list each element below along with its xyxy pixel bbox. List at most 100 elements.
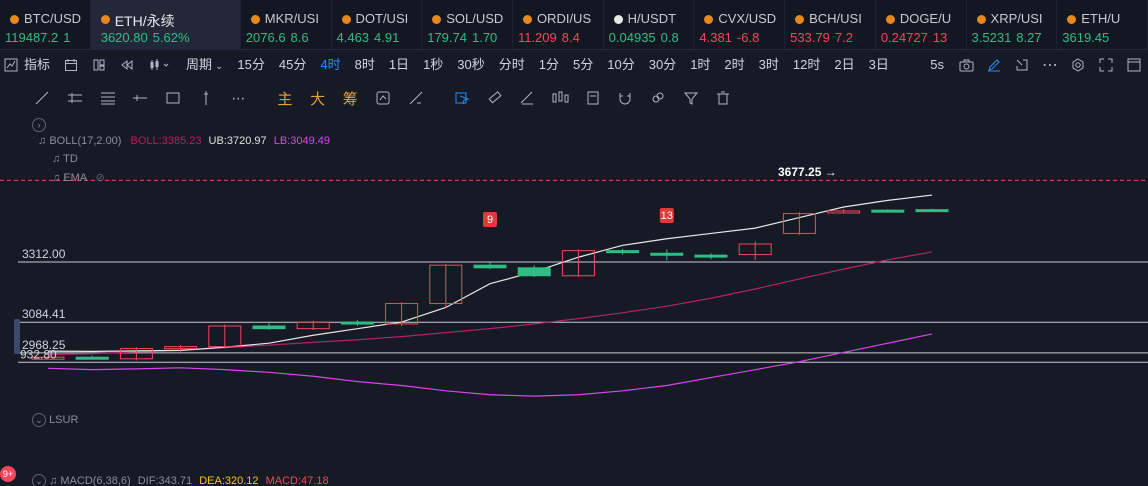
expand-icon[interactable]: ⌄ bbox=[32, 413, 46, 427]
rectangle-icon[interactable] bbox=[157, 82, 190, 114]
eye-hidden-icon[interactable]: ⊘ bbox=[96, 172, 105, 184]
interval-7[interactable]: 分时 bbox=[492, 50, 532, 80]
chart-type-icon[interactable] bbox=[141, 50, 179, 80]
interval-6[interactable]: 30秒 bbox=[450, 50, 491, 80]
interval-3[interactable]: 8时 bbox=[348, 50, 382, 80]
fullscreen-icon[interactable] bbox=[1092, 50, 1120, 80]
chart-indicator-icon[interactable] bbox=[0, 50, 22, 80]
td-13-badge: 13 bbox=[661, 210, 673, 222]
pen-icon[interactable] bbox=[980, 50, 1008, 80]
candle-body bbox=[340, 321, 374, 325]
ticker-4[interactable]: SOL/USD 179.74 1.70 bbox=[422, 0, 513, 50]
td-9-badge: 9 bbox=[487, 214, 493, 226]
indicators-button[interactable]: 指标 bbox=[22, 50, 57, 80]
lsur-legend[interactable]: ⌄ LSUR bbox=[32, 413, 78, 427]
macd-dif: DIF:343.71 bbox=[137, 474, 193, 486]
chart-area[interactable]: 3312.00 3084.41 2968.25 932.80 3677.25 → 9 13 … bbox=[0, 114, 1148, 486]
gear-icon[interactable] bbox=[1064, 50, 1092, 80]
ticker-9[interactable]: DOGE/U 0.24727 13 bbox=[876, 0, 967, 50]
interval-9[interactable]: 5分 bbox=[566, 50, 600, 80]
interval-13[interactable]: 2时 bbox=[717, 50, 751, 80]
interval-toolbar: 指标 周期 ⌄ 15分 45分 4时 8时 1日 1秒 30秒 分时 1分 5分 10分 30分 1时 2时… bbox=[0, 50, 1148, 80]
macd-dea: DEA:320.12 bbox=[199, 474, 259, 486]
interval-0[interactable]: 15分 bbox=[230, 50, 271, 80]
window-icon[interactable] bbox=[1120, 50, 1148, 80]
candle-body bbox=[606, 250, 640, 254]
ticker-1[interactable]: ETH/永续 3620.80 5.62% bbox=[90, 0, 241, 50]
link-icon[interactable] bbox=[642, 82, 675, 114]
interval-12[interactable]: 1时 bbox=[683, 50, 717, 80]
interval-10[interactable]: 10分 bbox=[600, 50, 641, 80]
ticker-7[interactable]: CVX/USD 4.381 -6.8 bbox=[694, 0, 786, 50]
indicator-edit-icon[interactable] bbox=[367, 82, 400, 114]
boll-legend[interactable]: ♫ BOLL(17,2.00) BOLL:3385.23 UB:3720.97 … bbox=[38, 135, 330, 147]
interval-8[interactable]: 1分 bbox=[532, 50, 566, 80]
td-legend[interactable]: ♫ TD bbox=[52, 153, 78, 165]
ticker-quote: 533.79 7.2 bbox=[790, 30, 853, 45]
main-chart-button[interactable]: 主 bbox=[269, 82, 302, 114]
more-tools-icon[interactable]: ⋯ bbox=[222, 82, 255, 114]
expand-icon[interactable]: ⌄ bbox=[32, 474, 46, 486]
ticker-change: 8.6 bbox=[290, 30, 309, 45]
orange-dot-icon bbox=[795, 15, 805, 24]
big-order-button[interactable]: 大 bbox=[301, 82, 334, 114]
horizontal-ray-icon[interactable] bbox=[124, 82, 157, 114]
interval-1[interactable]: 45分 bbox=[272, 50, 313, 80]
orange-dot-icon bbox=[10, 15, 19, 24]
interval-16[interactable]: 2日 bbox=[827, 50, 861, 80]
interval-15[interactable]: 12时 bbox=[786, 50, 827, 80]
ticker-0[interactable]: BTC/USD 119487.2 1 bbox=[0, 0, 91, 50]
ticker-price: 4.463 bbox=[336, 30, 370, 45]
boll-ub-value: UB:3720.97 bbox=[208, 135, 267, 147]
filter-icon[interactable] bbox=[674, 82, 707, 114]
interval-11[interactable]: 30分 bbox=[642, 50, 683, 80]
ticker-3[interactable]: DOT/USI 4.463 4.91 bbox=[332, 0, 423, 50]
trash-icon[interactable] bbox=[707, 82, 740, 114]
popout-icon[interactable] bbox=[1008, 50, 1036, 80]
ticker-symbol: BTC/USD bbox=[24, 11, 82, 26]
chip-button[interactable]: 筹 bbox=[334, 82, 367, 114]
candle-body bbox=[252, 325, 286, 330]
pointer-icon[interactable] bbox=[446, 82, 479, 114]
refresh-rate[interactable]: 5s bbox=[922, 50, 952, 80]
interval-4[interactable]: 1日 bbox=[382, 50, 416, 80]
ruler-icon[interactable] bbox=[478, 82, 511, 114]
template-icon[interactable] bbox=[57, 50, 85, 80]
collapse-icon[interactable]: › bbox=[32, 118, 46, 132]
layout-icon[interactable] bbox=[85, 50, 113, 80]
macd-legend[interactable]: ⌄ ♫ MACD(6,38,6) DIF:343.71 DEA:320.12 M… bbox=[32, 474, 329, 486]
camera-icon[interactable] bbox=[952, 50, 980, 80]
ticker-price: 0.04935 bbox=[608, 30, 656, 45]
ticker-2[interactable]: MKR/USI 2076.6 8.6 bbox=[241, 0, 332, 50]
ticker-10[interactable]: XRP/USI 3.5231 8.27 bbox=[967, 0, 1058, 50]
fib-lines-icon[interactable] bbox=[91, 82, 124, 114]
brush-icon[interactable] bbox=[511, 82, 544, 114]
parallel-channel-icon[interactable] bbox=[59, 82, 92, 114]
measure-icon[interactable] bbox=[399, 82, 432, 114]
period-dropdown[interactable]: 周期 ⌄ bbox=[179, 50, 230, 80]
interval-5[interactable]: 1秒 bbox=[416, 50, 450, 80]
candlestick-chart[interactable]: 3312.003084.412968.25932.803677.25 →9 13 bbox=[0, 114, 1148, 486]
magnet-icon[interactable] bbox=[609, 82, 642, 114]
boll-mid-value: BOLL:3385.23 bbox=[130, 135, 202, 147]
ema-legend[interactable]: ♫ EMA ⊘ bbox=[52, 171, 105, 184]
ticker-6[interactable]: H/USDT 0.04935 0.8 bbox=[604, 0, 695, 50]
replay-icon[interactable] bbox=[113, 50, 141, 80]
candle-body bbox=[694, 254, 728, 258]
ticker-quote: 119487.2 1 bbox=[5, 30, 71, 45]
vertical-line-icon[interactable] bbox=[189, 82, 222, 114]
notification-badge[interactable]: 9+ bbox=[0, 466, 16, 482]
ticker-8[interactable]: BCH/USI 533.79 7.2 bbox=[785, 0, 876, 50]
more-icon[interactable]: ⋯ bbox=[1036, 50, 1064, 80]
boll-label: BOLL(17,2.00) bbox=[49, 135, 122, 147]
candles-icon[interactable] bbox=[544, 82, 577, 114]
trendline-icon[interactable] bbox=[26, 82, 59, 114]
interval-2[interactable]: 4时 bbox=[313, 50, 347, 80]
text-note-icon[interactable] bbox=[576, 82, 609, 114]
ticker-11[interactable]: ETH/U 3619.45 bbox=[1057, 0, 1148, 50]
candle-body bbox=[517, 267, 551, 277]
interval-17[interactable]: 3日 bbox=[862, 50, 896, 80]
interval-14[interactable]: 3时 bbox=[752, 50, 786, 80]
ticker-5[interactable]: ORDI/US 11.209 8.4 bbox=[513, 0, 604, 50]
ticker-quote: 3619.45 bbox=[1062, 30, 1114, 45]
